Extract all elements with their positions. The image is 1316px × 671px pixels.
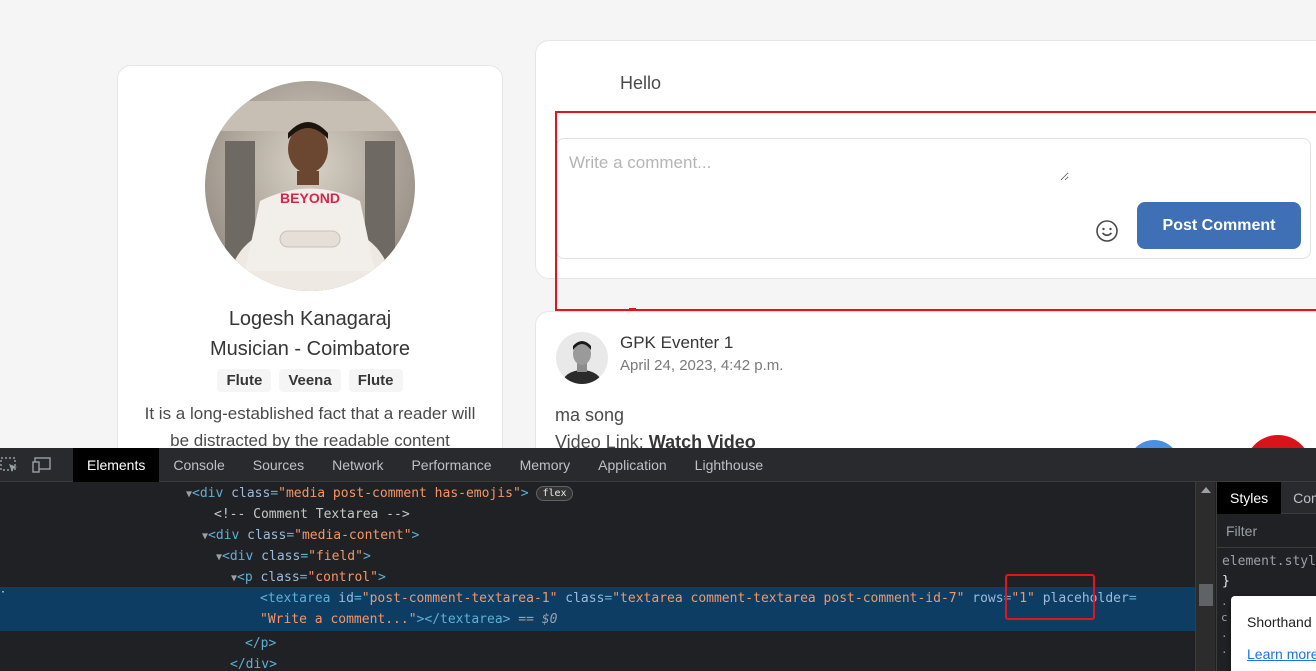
selection-marker: · [0, 587, 7, 598]
textarea-node-line2: "Write a comment..."></textarea> == $0 [260, 612, 558, 627]
tab-elements[interactable]: Elements [73, 448, 160, 482]
devtools-tabs: Elements Console Sources Network Perform… [73, 448, 777, 482]
dom-close-div[interactable]: </div> [230, 654, 277, 671]
style-rule-close: } [1222, 574, 1230, 589]
annotation-rows-highlight [1005, 574, 1095, 620]
dom-node[interactable]: ▼<div class="media-content"> [202, 525, 419, 546]
flex-badge[interactable]: flex [536, 486, 573, 501]
profile-role: Musician - Coimbatore [209, 338, 411, 360]
tab-console[interactable]: Console [159, 448, 238, 482]
post-card [535, 311, 1316, 448]
profile-avatar: BEYOND [205, 81, 415, 291]
tab-memory[interactable]: Memory [506, 448, 585, 482]
styles-filter-input[interactable]: Filter [1217, 515, 1316, 548]
tag-item[interactable]: Flute [348, 369, 403, 392]
video-link[interactable]: Watch Video [649, 432, 756, 448]
post-date: April 24, 2023, 4:42 p.m. [620, 357, 784, 374]
video-link-label: Video Link: [555, 432, 644, 448]
inspect-element-icon[interactable] [0, 456, 20, 474]
dom-comment-node[interactable]: <!-- Comment Textarea --> [214, 504, 410, 525]
dom-node[interactable]: ▼<div class="media post-comment has-emoj… [186, 483, 573, 504]
comment-textarea[interactable] [569, 153, 1069, 181]
shorthand-tooltip: Shorthand Learn more [1231, 596, 1316, 671]
learn-more-link[interactable]: Learn more [1247, 646, 1316, 662]
devtools-tabbar: Elements Console Sources Network Perform… [0, 448, 1316, 482]
tooltip-title: Shorthand [1247, 614, 1312, 630]
smiley-icon[interactable] [1095, 219, 1119, 243]
tab-lighthouse[interactable]: Lighthouse [681, 448, 778, 482]
scroll-thumb[interactable] [1199, 584, 1213, 606]
tag-item[interactable]: Flute [217, 369, 272, 392]
post-author-avatar[interactable] [556, 332, 608, 384]
dom-node[interactable]: ▼<p class="control"> [231, 567, 386, 588]
comment-form: Post Comment [556, 138, 1311, 259]
profile-bio: It is a long-established fact that a rea… [144, 404, 476, 448]
dom-close-p[interactable]: </p> [245, 633, 276, 654]
devtools-panel: Elements Console Sources Network Perform… [0, 448, 1316, 671]
style-rule-gutter: .c.. [1221, 595, 1228, 656]
style-rule-selector[interactable]: element.style [1222, 554, 1316, 569]
dom-tree-scrollbar[interactable] [1195, 482, 1215, 671]
post-author-name[interactable]: GPK Eventer 1 [620, 333, 733, 353]
tab-styles[interactable]: Styles [1217, 482, 1282, 514]
profile-card: BEYOND Logesh Kanagaraj Musician - Coimb… [117, 65, 503, 448]
styles-pane: Styles Com Filter element.style } .c.. S… [1216, 482, 1316, 671]
profile-tags: Flute Veena Flute [118, 369, 502, 392]
tag-item[interactable]: Veena [279, 369, 341, 392]
tab-sources[interactable]: Sources [239, 448, 318, 482]
web-page: BEYOND Logesh Kanagaraj Musician - Coimb… [0, 0, 1316, 448]
post-comment-button[interactable]: Post Comment [1137, 202, 1301, 249]
styles-tabs: Styles Com [1217, 482, 1316, 514]
profile-name: Logesh Kanagaraj [228, 308, 392, 330]
post-video-line: Video Link: Watch Video [555, 432, 756, 448]
tab-computed[interactable]: Com [1281, 482, 1316, 514]
scroll-up-arrow-icon[interactable] [1201, 487, 1211, 493]
svg-text:BEYOND: BEYOND [280, 190, 340, 206]
dom-node[interactable]: ▼<div class="field"> [216, 546, 371, 567]
tab-application[interactable]: Application [584, 448, 681, 482]
previous-comment-text: Hello [620, 73, 662, 93]
tab-network[interactable]: Network [318, 448, 397, 482]
post-text: ma song [555, 405, 625, 425]
device-toolbar-icon[interactable] [32, 456, 52, 474]
tab-performance[interactable]: Performance [397, 448, 505, 482]
